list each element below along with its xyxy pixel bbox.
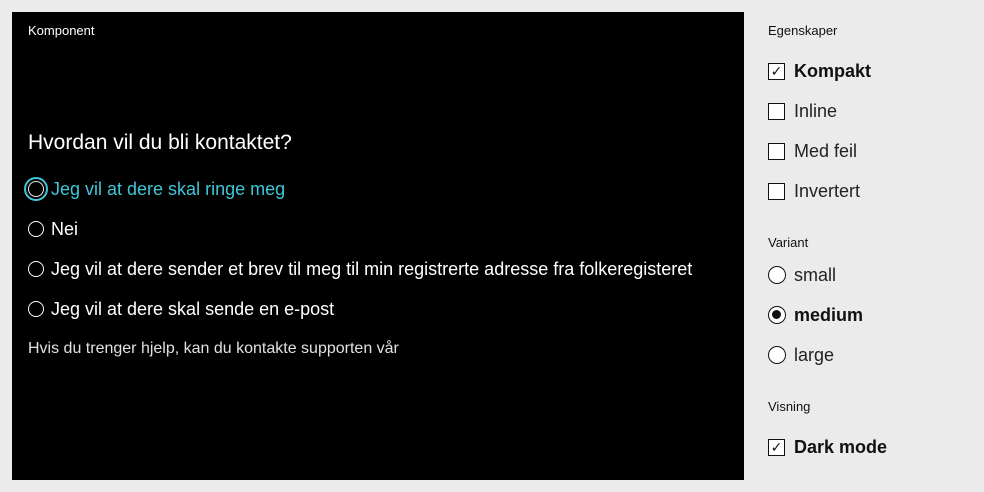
radio-option-label: Jeg vil at dere skal sende en e-post [51, 298, 335, 319]
checkbox-label: Med feil [794, 140, 858, 161]
radio-group-legend: Hvordan vil du bli kontaktet? [28, 131, 292, 154]
checkbox-dark-mode[interactable]: ✓ Dark mode [768, 434, 887, 460]
checkbox-med-feil[interactable]: Med feil [768, 138, 857, 164]
section-label-properties: Egenskaper [768, 23, 838, 38]
radio-label: large [794, 344, 835, 365]
radio-variant-small[interactable]: small [768, 262, 836, 288]
checkbox-unchecked-icon[interactable] [768, 182, 785, 200]
radio-variant-large[interactable]: large [768, 342, 834, 368]
radio-circle-icon[interactable] [28, 261, 44, 277]
checkbox-label: Kompakt [794, 60, 872, 81]
checkbox-checked-icon[interactable]: ✓ [768, 62, 785, 80]
radio-circle-icon[interactable] [28, 301, 44, 317]
section-label-view: Visning [768, 399, 811, 414]
help-text: Hvis du trenger hjelp, kan du kontakte s… [28, 340, 399, 357]
radio-selected-icon[interactable] [768, 306, 786, 324]
checkbox-unchecked-icon[interactable] [768, 142, 785, 160]
radio-option-email[interactable]: Jeg vil at dere skal sende en e-post [26, 296, 334, 322]
section-label-variant: Variant [768, 235, 809, 250]
checkbox-unchecked-icon[interactable] [768, 102, 785, 120]
radio-unselected-icon[interactable] [768, 266, 786, 284]
radio-unselected-icon[interactable] [768, 346, 786, 364]
radio-circle-icon[interactable] [28, 221, 44, 237]
checkbox-label: Dark mode [794, 436, 888, 457]
radio-option-label: Jeg vil at dere skal ringe meg [51, 178, 286, 199]
radio-option-label: Jeg vil at dere sender et brev til meg t… [51, 258, 693, 279]
checkbox-inline[interactable]: Inline [768, 98, 837, 124]
component-preview: Komponent Hvordan vil du bli kontaktet? … [12, 12, 744, 480]
radio-option-ring[interactable]: Jeg vil at dere skal ringe meg [26, 176, 285, 202]
radio-option-label: Nei [51, 218, 79, 239]
radio-label: medium [794, 304, 864, 325]
checkbox-checked-icon[interactable]: ✓ [768, 438, 785, 456]
checkbox-label: Inline [794, 100, 838, 121]
checkbox-label: Invertert [794, 180, 861, 201]
radio-variant-medium[interactable]: medium [768, 302, 863, 328]
checkbox-invertert[interactable]: Invertert [768, 178, 860, 204]
radio-circle-icon[interactable] [28, 181, 44, 197]
preview-label: Komponent [28, 23, 95, 38]
radio-option-letter[interactable]: Jeg vil at dere sender et brev til meg t… [26, 256, 692, 282]
radio-label: small [794, 264, 837, 285]
radio-option-nei[interactable]: Nei [26, 216, 78, 242]
checkbox-kompakt[interactable]: ✓ Kompakt [768, 58, 871, 84]
